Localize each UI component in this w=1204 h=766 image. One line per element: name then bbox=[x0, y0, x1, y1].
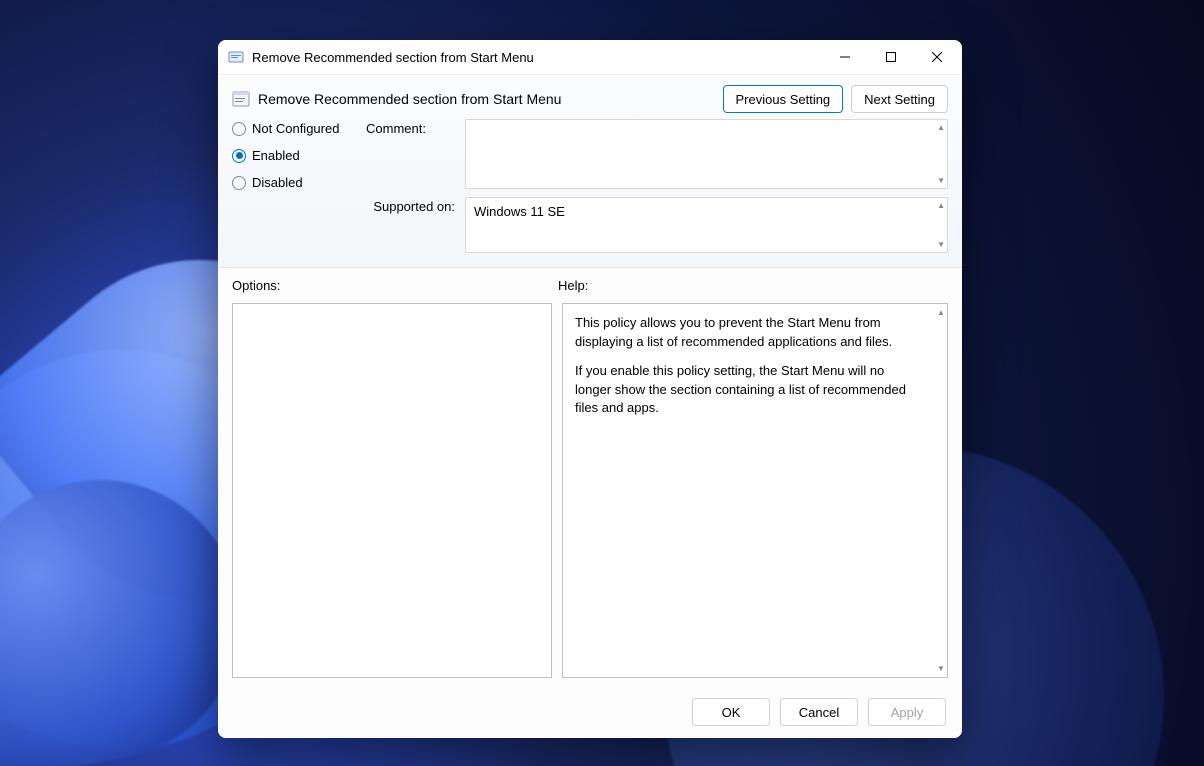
help-paragraph: If you enable this policy setting, the S… bbox=[575, 362, 923, 419]
chevron-down-icon: ▼ bbox=[937, 240, 945, 249]
next-setting-button[interactable]: Next Setting bbox=[851, 85, 948, 113]
app-icon bbox=[228, 49, 244, 65]
dialog-footer: OK Cancel Apply bbox=[218, 686, 962, 738]
radio-icon bbox=[232, 122, 246, 136]
titlebar[interactable]: Remove Recommended section from Start Me… bbox=[218, 40, 962, 75]
chevron-up-icon: ▲ bbox=[937, 123, 945, 132]
previous-setting-button[interactable]: Previous Setting bbox=[723, 85, 844, 113]
radio-label: Disabled bbox=[252, 175, 303, 190]
radio-disabled[interactable]: Disabled bbox=[232, 175, 362, 190]
close-button[interactable] bbox=[914, 41, 960, 73]
radio-label: Not Configured bbox=[252, 121, 339, 136]
chevron-down-icon: ▼ bbox=[937, 664, 945, 673]
help-scrollbar[interactable]: ▲ ▼ bbox=[935, 304, 947, 677]
radio-not-configured[interactable]: Not Configured bbox=[232, 121, 362, 136]
policy-editor-window: Remove Recommended section from Start Me… bbox=[218, 40, 962, 738]
comment-textarea[interactable]: ▲▼ bbox=[465, 119, 948, 189]
options-label: Options: bbox=[232, 278, 558, 293]
minimize-button[interactable] bbox=[822, 41, 868, 73]
comment-label: Comment: bbox=[366, 119, 461, 189]
options-panel bbox=[232, 303, 552, 678]
help-paragraph: This policy allows you to prevent the St… bbox=[575, 314, 923, 352]
chevron-down-icon: ▼ bbox=[937, 176, 945, 185]
policy-body-section: Options: Help: This policy allows you to… bbox=[218, 268, 962, 686]
scroll-arrows[interactable]: ▲▼ bbox=[937, 198, 945, 252]
policy-header-section: Remove Recommended section from Start Me… bbox=[218, 75, 962, 268]
chevron-up-icon: ▲ bbox=[937, 308, 945, 317]
help-label: Help: bbox=[558, 278, 588, 293]
apply-button[interactable]: Apply bbox=[868, 698, 946, 726]
chevron-up-icon: ▲ bbox=[937, 201, 945, 210]
supported-on-label: Supported on: bbox=[366, 197, 461, 253]
help-panel: This policy allows you to prevent the St… bbox=[562, 303, 948, 678]
ok-button[interactable]: OK bbox=[692, 698, 770, 726]
policy-icon bbox=[232, 90, 250, 108]
window-title: Remove Recommended section from Start Me… bbox=[252, 50, 822, 65]
cancel-button[interactable]: Cancel bbox=[780, 698, 858, 726]
supported-on-value: Windows 11 SE bbox=[474, 204, 565, 219]
radio-enabled[interactable]: Enabled bbox=[232, 148, 362, 163]
desktop-background: Remove Recommended section from Start Me… bbox=[0, 0, 1204, 766]
radio-icon bbox=[232, 176, 246, 190]
supported-on-box: Windows 11 SE ▲▼ bbox=[465, 197, 948, 253]
policy-title: Remove Recommended section from Start Me… bbox=[258, 91, 715, 107]
maximize-button[interactable] bbox=[868, 41, 914, 73]
help-text: This policy allows you to prevent the St… bbox=[563, 304, 935, 677]
scroll-arrows[interactable]: ▲▼ bbox=[937, 120, 945, 188]
radio-label: Enabled bbox=[252, 148, 300, 163]
radio-icon bbox=[232, 149, 246, 163]
